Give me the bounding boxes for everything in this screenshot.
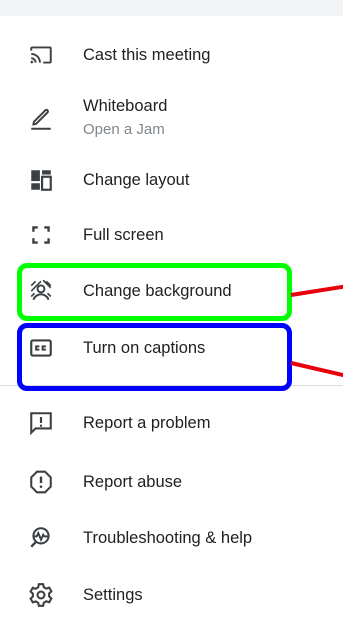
- menu-item-troubleshooting[interactable]: Troubleshooting & help: [0, 513, 343, 563]
- menu-item-label: Report abuse: [83, 473, 183, 491]
- layout-icon: [26, 165, 56, 195]
- gear-icon: [26, 580, 56, 610]
- menu-item-label: Whiteboard: [83, 97, 168, 115]
- pen-icon: [26, 104, 56, 134]
- menu-item-label: Settings: [83, 586, 143, 604]
- menu-item-label: Full screen: [83, 226, 164, 244]
- menu-item-cast[interactable]: Cast this meeting: [0, 30, 343, 80]
- menu-item-label: Report a problem: [83, 414, 211, 432]
- menu-item-full-screen[interactable]: Full screen: [0, 210, 343, 260]
- cast-icon: [26, 40, 56, 70]
- fullscreen-icon: [26, 220, 56, 250]
- menu-item-label: Troubleshooting & help: [83, 529, 253, 547]
- menu-item-settings[interactable]: Settings: [0, 570, 343, 620]
- menu-item-label: Change layout: [83, 171, 190, 189]
- highlight-change-background: [17, 263, 292, 321]
- report-abuse-icon: [26, 467, 56, 497]
- menu-item-sublabel: Open a Jam: [83, 121, 165, 138]
- highlight-turn-on-captions: [17, 323, 292, 391]
- menu-item-label: Cast this meeting: [83, 46, 211, 64]
- report-problem-icon: [26, 408, 56, 438]
- menu-item-change-layout[interactable]: Change layout: [0, 155, 343, 205]
- troubleshooting-icon: [26, 523, 56, 553]
- menu-item-report-abuse[interactable]: Report abuse: [0, 457, 343, 507]
- menu-item-report-problem[interactable]: Report a problem: [0, 398, 343, 448]
- menu-item-whiteboard[interactable]: Whiteboard Open a Jam: [0, 88, 343, 148]
